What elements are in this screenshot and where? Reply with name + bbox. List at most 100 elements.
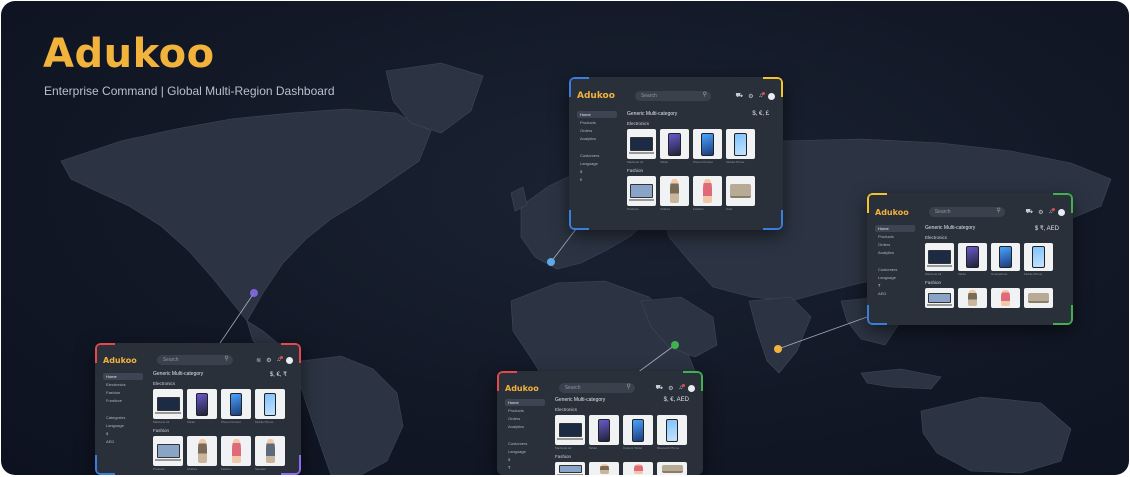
product-card[interactable] [187,436,217,466]
product-name: Tablet [589,446,598,450]
nav-item[interactable]: Home [103,373,143,380]
product-name: Tablet [958,272,967,276]
product-card[interactable] [555,415,585,445]
product-card[interactable] [589,415,619,445]
search-input[interactable]: Search [928,207,1005,217]
product-card[interactable] [255,389,285,419]
nav-item[interactable]: Language [875,274,915,281]
nav-item[interactable]: Customers [875,266,915,273]
nav-item[interactable]: Language [577,160,617,167]
product-card[interactable] [221,389,251,419]
section-title: Electronics [555,407,578,412]
product-name: Smartphone [991,272,1008,276]
product-card[interactable] [958,243,987,271]
bell-icon[interactable]: ♫ [759,92,765,99]
section-title: Electronics [627,121,650,126]
cart-icon[interactable]: ⛟ [736,92,744,100]
product-card[interactable] [187,389,217,419]
section-title: Electronics [153,381,176,386]
product-card[interactable] [627,176,656,206]
product-card[interactable] [153,436,183,466]
section-title: Electronics [925,235,948,240]
nav-item[interactable]: Analytics [875,249,915,256]
search-input[interactable]: Search [156,355,233,365]
nav-item[interactable]: Language [103,422,143,429]
nav-item[interactable]: Furniture [103,397,143,404]
profile-icon[interactable] [286,356,293,364]
region-dashboard-americas[interactable]: Adukoo Search ≋ ⚙ ♫ Home Electronics Fas… [95,343,301,475]
product-card[interactable] [693,176,722,206]
product-card[interactable] [657,462,687,475]
nav-item[interactable]: Products [577,119,617,126]
product-card[interactable] [555,462,585,475]
nav-currency: AED [878,291,887,296]
product-name: Macbook Air [153,420,170,424]
bell-icon[interactable]: ♫ [679,384,685,391]
nav-item[interactable]: Home [577,111,617,118]
region-dashboard-middle-east[interactable]: Adukoo Search ⛟ ⚙ ♫ Home Products Orders… [497,371,703,475]
region-dashboard-europe[interactable]: Adukoo Search ⛟ ⚙ ♫ Home Products Orders… [569,77,783,230]
nav-item[interactable]: Electronics [103,381,143,388]
nav-item[interactable]: Products [505,407,545,414]
product-card[interactable] [1024,243,1053,271]
nav-item[interactable]: Orders [577,127,617,134]
product-card[interactable] [589,462,619,475]
settings-icon[interactable]: ⚙ [668,385,673,392]
settings-icon[interactable]: ⚙ [748,93,753,100]
product-card[interactable] [991,288,1020,308]
nav-item[interactable]: Orders [875,241,915,248]
cart-icon[interactable]: ⛟ [1026,208,1034,216]
product-card[interactable] [660,176,689,206]
profile-icon[interactable] [688,384,695,392]
product-name: Phone Product [221,420,241,424]
product-name: Macbook Air [925,272,942,276]
product-name: Mobile Phone [255,420,274,424]
nav-item[interactable]: Customers [505,440,545,447]
product-card[interactable] [726,129,755,159]
nav-currency: ₹ [878,283,881,288]
nav-item[interactable]: Orders [505,415,545,422]
nav-item[interactable]: Language [505,448,545,455]
product-card[interactable] [627,129,656,159]
settings-icon[interactable]: ⚙ [1038,209,1043,216]
product-card[interactable] [255,436,285,466]
product-name: Mobile Phone [1024,272,1043,276]
product-card[interactable] [153,389,183,419]
product-card[interactable] [925,243,954,271]
nav-item[interactable]: Fashion [103,389,143,396]
product-card[interactable] [660,129,689,159]
bell-icon[interactable]: ♫ [277,356,283,363]
nav-currency: AED [106,439,115,444]
bell-icon[interactable]: ♫ [1049,208,1055,215]
nav-item[interactable]: Home [875,225,915,232]
wifi-icon[interactable]: ≋ [256,357,261,364]
cart-icon[interactable]: ⛟ [656,384,664,392]
nav-item[interactable]: Analytics [577,135,617,142]
nav-item[interactable]: Analytics [505,423,545,430]
product-name: Phone Product [693,160,713,164]
nav-item[interactable]: Products [875,233,915,240]
product-card[interactable] [958,288,987,308]
nav-item[interactable]: Home [505,399,545,406]
product-name: Macbook Air [555,446,572,450]
search-input[interactable]: Search [634,91,711,101]
region-dashboard-asia[interactable]: Adukoo Search ⛟ ⚙ ♫ Home Products Orders… [867,193,1073,325]
product-card[interactable] [1024,288,1053,308]
product-card[interactable] [693,129,722,159]
product-card[interactable] [623,462,653,475]
product-card[interactable] [657,415,687,445]
profile-icon[interactable] [1058,208,1065,216]
nav-item[interactable]: Categories [103,414,143,421]
profile-icon[interactable] [768,92,775,100]
settings-icon[interactable]: ⚙ [266,357,271,364]
product-card[interactable] [221,436,251,466]
product-card[interactable] [623,415,653,445]
search-input[interactable]: Search [558,383,635,393]
product-card[interactable] [991,243,1020,271]
product-name: Clothes [187,467,198,471]
product-card[interactable] [726,176,755,206]
product-card[interactable] [925,288,954,308]
product-name: Fashion [693,207,704,211]
product-name: Fashion [221,467,232,471]
nav-item[interactable]: Customers [577,152,617,159]
